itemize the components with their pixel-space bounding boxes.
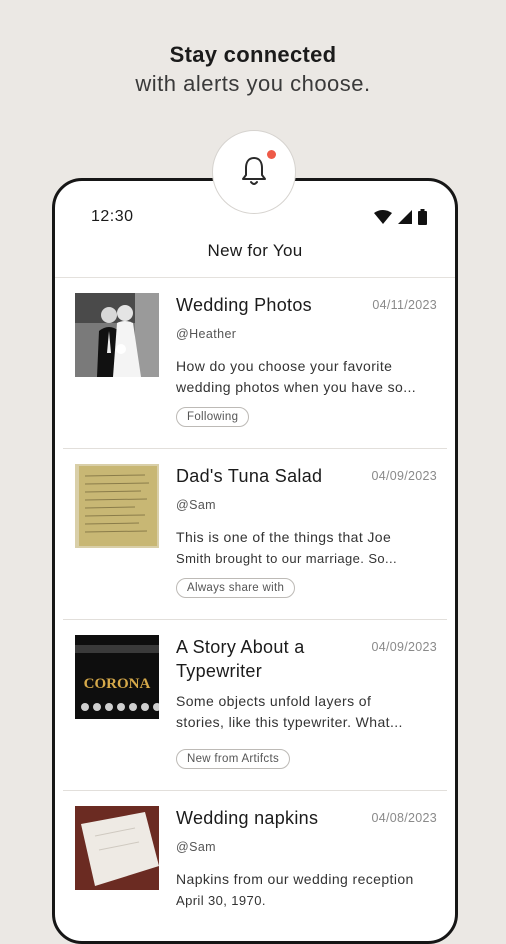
card-title: Wedding Photos bbox=[176, 295, 312, 315]
typewriter-thumbnail: CORONA bbox=[75, 635, 159, 719]
card-title: Dad's Tuna Salad bbox=[176, 466, 323, 486]
feed-card[interactable]: CORONA A Story About a Typewriter 04/09/… bbox=[63, 620, 447, 791]
feed-card[interactable]: Wedding Photos 04/11/2023 @Heather How d… bbox=[63, 278, 447, 449]
feed-card[interactable]: Wedding napkins 04/08/2023 @Sam Napkins … bbox=[63, 791, 447, 941]
promo-headline-block: Stay connected with alerts you choose. bbox=[0, 41, 506, 99]
card-tag: New from Artifcts bbox=[176, 749, 291, 769]
card-body: Napkins from our wedding reception April… bbox=[176, 869, 441, 911]
promo-headline: Stay connected bbox=[169, 42, 337, 67]
card-date: 04/11/2023 bbox=[372, 298, 437, 312]
card-body-line: stories, like this typewriter. What... bbox=[176, 714, 403, 730]
card-author[interactable]: @Heather bbox=[176, 327, 236, 341]
card-body-line: Smith brought to our marriage. So... bbox=[176, 551, 398, 566]
promo-subheadline: with alerts you choose. bbox=[135, 71, 371, 96]
notification-feed[interactable]: Wedding Photos 04/11/2023 @Heather How d… bbox=[55, 278, 455, 941]
card-author[interactable]: @Sam bbox=[176, 498, 216, 512]
card-body-line: Napkins from our wedding reception bbox=[176, 871, 414, 887]
card-date: 04/09/2023 bbox=[371, 469, 437, 483]
card-date: 04/09/2023 bbox=[371, 640, 437, 654]
card-body-line: April 30, 1970. bbox=[176, 893, 266, 908]
card-author[interactable]: @Sam bbox=[176, 840, 216, 854]
card-tag: Always share with bbox=[176, 578, 296, 598]
card-body-line: How do you choose your favorite bbox=[176, 358, 393, 374]
app-bar-title: New for You bbox=[207, 241, 303, 260]
signal-icon bbox=[398, 210, 412, 224]
handwritten-recipe-thumbnail bbox=[75, 464, 159, 548]
typewriter-brand-text: CORONA bbox=[84, 676, 151, 692]
status-icons bbox=[374, 209, 427, 225]
card-title: Wedding napkins bbox=[176, 808, 319, 828]
card-body-line: Some objects unfold layers of bbox=[176, 693, 372, 709]
card-title: A Story About a Typewriter bbox=[176, 635, 361, 683]
wedding-couple-thumbnail bbox=[75, 293, 159, 377]
status-time: 12:30 bbox=[91, 208, 134, 225]
card-body-line: This is one of the things that Joe bbox=[176, 529, 392, 545]
card-date: 04/08/2023 bbox=[371, 811, 437, 825]
feed-card[interactable]: Dad's Tuna Salad 04/09/2023 @Sam This is… bbox=[63, 449, 447, 620]
wifi-icon bbox=[374, 210, 392, 224]
card-tag: Following bbox=[176, 407, 250, 427]
phone-frame: 12:30 New for You Wedding Photos 04/11/2… bbox=[52, 178, 458, 944]
notification-bell-badge bbox=[212, 130, 296, 214]
card-title-line: A Story About a bbox=[176, 637, 305, 657]
bell-icon bbox=[242, 157, 266, 185]
card-title-line: Typewriter bbox=[176, 661, 263, 681]
napkin-thumbnail bbox=[75, 806, 159, 890]
card-body: This is one of the things that Joe Smith… bbox=[176, 527, 441, 569]
card-body: Some objects unfold layers of stories, l… bbox=[176, 691, 441, 733]
unread-dot bbox=[267, 150, 276, 159]
card-body: How do you choose your favorite wedding … bbox=[176, 356, 441, 398]
card-body-line: wedding photos when you have so... bbox=[176, 379, 417, 395]
battery-icon bbox=[418, 209, 427, 225]
